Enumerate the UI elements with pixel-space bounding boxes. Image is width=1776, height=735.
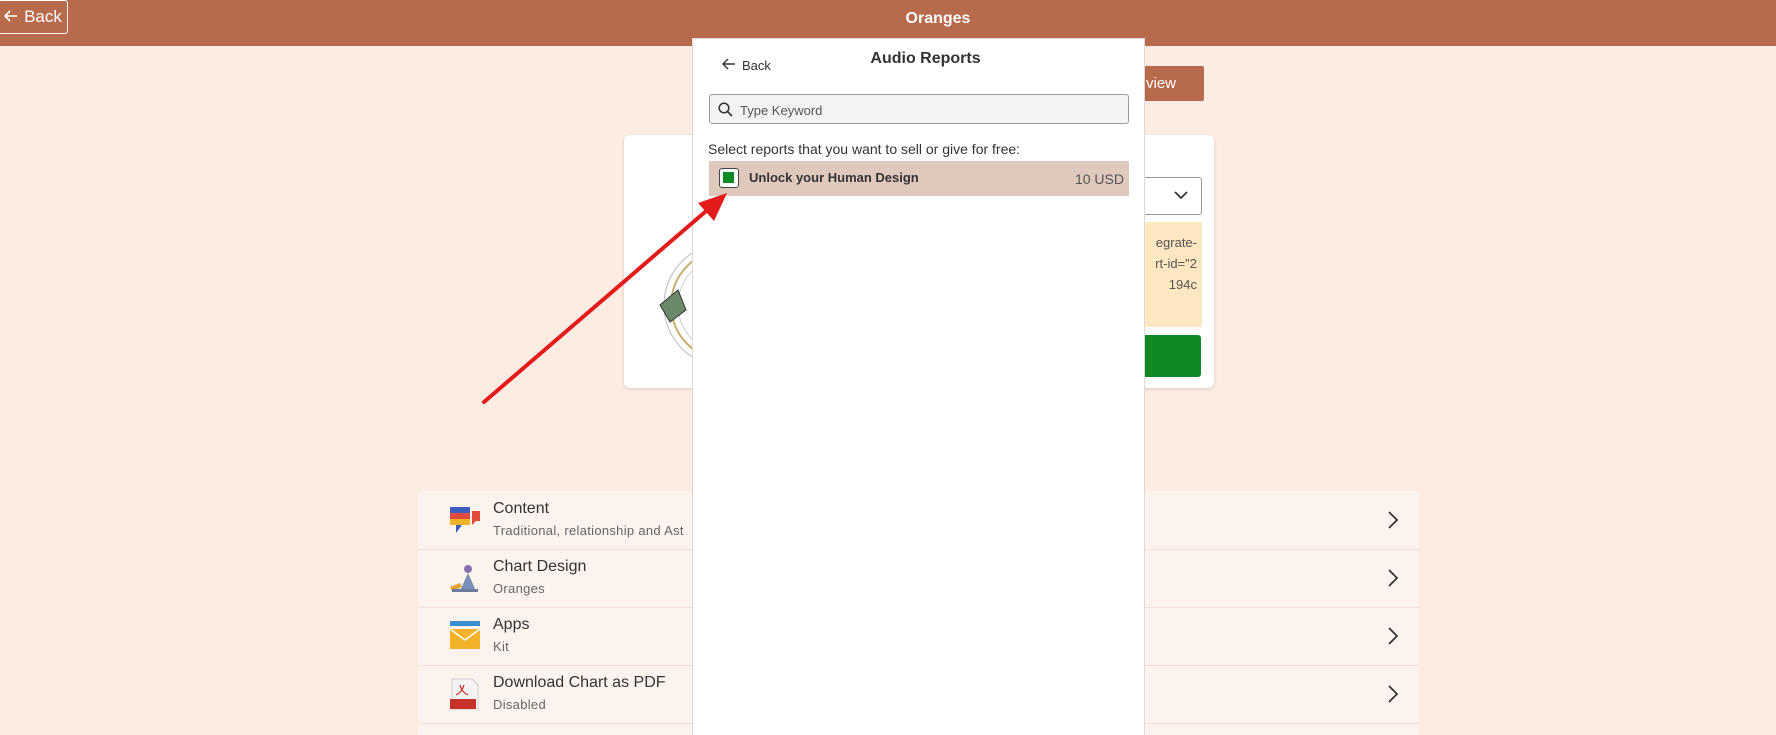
report-name: Unlock your Human Design <box>749 170 919 185</box>
envelope-icon <box>448 619 482 653</box>
list-item-title: Apps <box>493 616 530 633</box>
chevron-right-icon <box>1387 510 1399 535</box>
list-item-subtitle: Oranges <box>493 581 545 596</box>
chevron-right-icon <box>1387 626 1399 651</box>
list-item-title: Download Chart as PDF <box>493 674 666 691</box>
report-checkbox[interactable] <box>719 168 739 188</box>
checkbox-check-fill <box>723 172 734 183</box>
report-price: 10 USD <box>1074 171 1124 187</box>
report-item[interactable]: Unlock your Human Design 10 USD <box>709 161 1129 196</box>
page-title: Oranges <box>905 10 971 27</box>
search-box[interactable] <box>709 94 1129 124</box>
search-icon <box>718 102 733 122</box>
list-item-subtitle: Kit <box>493 639 510 654</box>
pdf-icon <box>448 677 482 711</box>
chevron-down-icon <box>1173 187 1189 208</box>
audio-reports-modal: Back Audio Reports Select reports that y… <box>693 39 1144 735</box>
chevron-right-icon <box>1387 568 1399 593</box>
list-item-subtitle: Disabled <box>493 697 546 712</box>
instruction-text: Select reports that you want to sell or … <box>708 141 1021 157</box>
list-item-title: Content <box>493 500 550 517</box>
list-item-title: Chart Design <box>493 558 587 575</box>
modal-title: Audio Reports <box>870 50 981 67</box>
search-input[interactable] <box>738 99 1122 121</box>
design-tools-icon <box>448 561 482 595</box>
chat-flags-icon <box>448 503 482 537</box>
chevron-right-icon <box>1387 684 1399 709</box>
list-item-subtitle: Traditional, relationship and Ast <box>493 523 684 538</box>
